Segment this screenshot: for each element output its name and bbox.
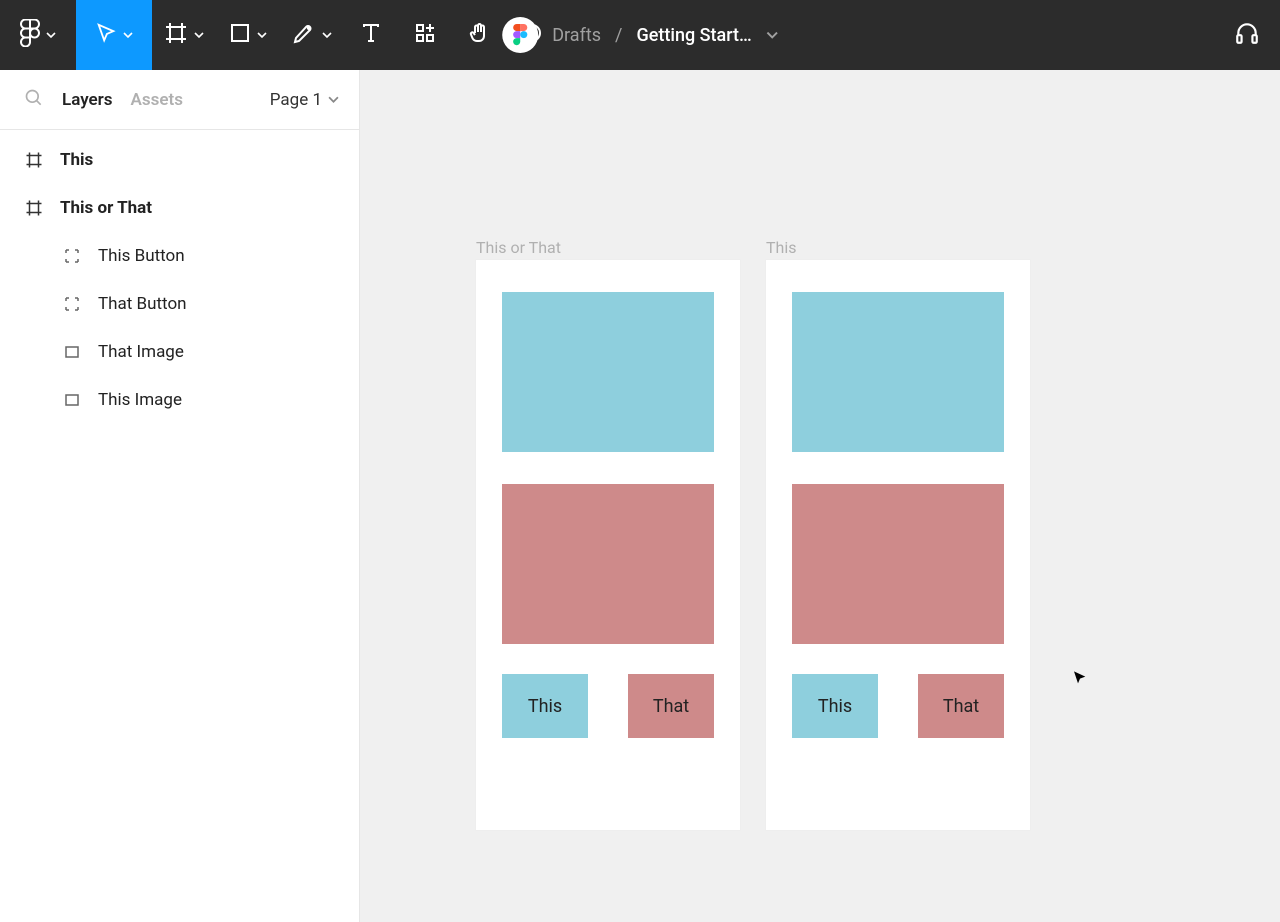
- frame-label-this-or-that[interactable]: This or That: [476, 238, 561, 257]
- chevron-down-icon: [194, 30, 204, 40]
- chevron-down-icon: [46, 30, 56, 40]
- layer-label: This Button: [98, 246, 185, 266]
- resources-tool-button[interactable]: [398, 0, 452, 70]
- layer-that-image[interactable]: That Image: [0, 328, 359, 376]
- resources-icon: [413, 21, 437, 49]
- artboard-this[interactable]: This That: [766, 260, 1030, 830]
- breadcrumb-separator: /: [615, 25, 622, 46]
- layer-label: That Image: [98, 342, 184, 362]
- layer-label: This or That: [60, 198, 152, 218]
- group-icon: [62, 296, 82, 312]
- layer-that-button[interactable]: That Button: [0, 280, 359, 328]
- move-tool-button[interactable]: [76, 0, 152, 70]
- frame-icon: [24, 151, 44, 169]
- button-label: This: [528, 696, 562, 717]
- button-label: That: [653, 696, 689, 717]
- layer-frame-this[interactable]: This: [0, 136, 359, 184]
- breadcrumb-file[interactable]: Getting Start…: [636, 25, 751, 46]
- hand-tool-button[interactable]: [452, 0, 506, 70]
- this-image[interactable]: [502, 292, 714, 452]
- chevron-down-icon: [123, 30, 133, 40]
- chevron-down-icon: [257, 30, 267, 40]
- that-image[interactable]: [502, 484, 714, 644]
- left-panel: Layers Assets Page 1 This: [0, 70, 360, 922]
- toolbar-right: [1234, 20, 1280, 50]
- group-icon: [62, 248, 82, 264]
- layer-this-image[interactable]: This Image: [0, 376, 359, 424]
- this-button[interactable]: This: [792, 674, 878, 738]
- layer-label: This Image: [98, 390, 182, 410]
- tab-layers[interactable]: Layers: [62, 90, 113, 110]
- that-button[interactable]: That: [918, 674, 1004, 738]
- main-menu-button[interactable]: [0, 0, 76, 70]
- panel-header: Layers Assets Page 1: [0, 70, 359, 130]
- layer-label: This: [60, 150, 93, 170]
- layer-list: This This or That This Button: [0, 130, 359, 430]
- cursor-icon: [1072, 670, 1092, 690]
- figma-logo-icon: [20, 19, 40, 51]
- artboard-this-or-that[interactable]: This That: [476, 260, 740, 830]
- canvas[interactable]: This or That This That This This That: [360, 70, 1280, 922]
- button-label: That: [943, 696, 979, 717]
- figma-badge-icon: [502, 17, 538, 53]
- breadcrumb-project[interactable]: Drafts: [552, 25, 601, 46]
- this-button[interactable]: This: [502, 674, 588, 738]
- hand-icon: [467, 21, 491, 49]
- rectangle-icon: [62, 392, 82, 408]
- text-tool-button[interactable]: [344, 0, 398, 70]
- frame-icon: [164, 21, 188, 49]
- pen-tool-button[interactable]: [280, 0, 344, 70]
- layer-label: That Button: [98, 294, 187, 314]
- top-toolbar: Drafts / Getting Start…: [0, 0, 1280, 70]
- rectangle-icon: [229, 22, 251, 48]
- frame-tool-button[interactable]: [152, 0, 216, 70]
- breadcrumb: Drafts / Getting Start…: [502, 0, 778, 70]
- page-label: Page 1: [270, 90, 322, 110]
- search-icon[interactable]: [24, 88, 44, 112]
- chevron-down-icon: [328, 90, 339, 110]
- text-icon: [359, 21, 383, 49]
- this-image[interactable]: [792, 292, 1004, 452]
- tab-assets[interactable]: Assets: [131, 90, 183, 110]
- shape-tool-button[interactable]: [216, 0, 280, 70]
- headphones-icon[interactable]: [1234, 20, 1260, 50]
- button-label: This: [818, 696, 852, 717]
- cursor-icon: [95, 22, 117, 48]
- that-image[interactable]: [792, 484, 1004, 644]
- rectangle-icon: [62, 344, 82, 360]
- that-button[interactable]: That: [628, 674, 714, 738]
- frame-label-this[interactable]: This: [766, 238, 797, 257]
- layer-this-button[interactable]: This Button: [0, 232, 359, 280]
- chevron-down-icon: [322, 30, 332, 40]
- pen-icon: [292, 21, 316, 49]
- frame-icon: [24, 199, 44, 217]
- chevron-down-icon[interactable]: [766, 25, 778, 46]
- layer-frame-this-or-that[interactable]: This or That: [0, 184, 359, 232]
- page-selector[interactable]: Page 1: [270, 90, 339, 110]
